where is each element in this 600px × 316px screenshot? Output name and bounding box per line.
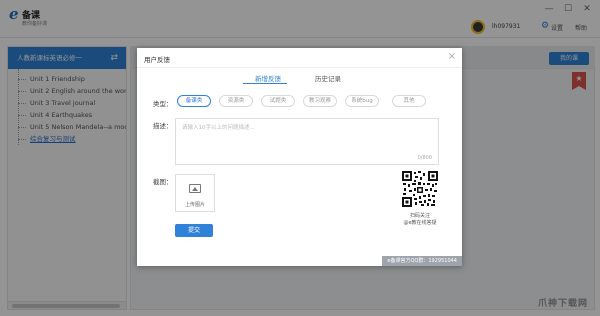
qr-code-icon — [401, 170, 439, 208]
watermark-logo: 爪神下载网 — [538, 299, 589, 309]
description-placeholder: 请输入10字以上的问题描述... — [182, 125, 255, 131]
tab-new-feedback[interactable]: 新增反馈 — [255, 73, 281, 83]
dialog-title: 用户反馈 — [144, 56, 170, 64]
dialog-header: 用户反馈 × — [137, 48, 462, 68]
description-label: 描述： — [153, 122, 173, 130]
type-chip-bug[interactable]: 系统bug — [345, 95, 379, 107]
submit-button[interactable]: 提交 — [175, 224, 213, 237]
type-chip-exam[interactable]: 试题类 — [261, 95, 295, 107]
screenshot-label: 截图： — [153, 178, 173, 186]
active-tab-indicator — [243, 83, 287, 84]
feedback-dialog: 用户反馈 × 新增反馈 历史记录 类型： 备课类 资源类 试题类 教习观察 系统… — [137, 48, 462, 266]
close-icon[interactable]: × — [448, 51, 456, 62]
type-label: 类型： — [153, 100, 173, 108]
type-chip-observation[interactable]: 教习观察 — [303, 95, 337, 107]
qr-caption-follow: 扫码关注 — [409, 213, 430, 219]
type-chip-lesson[interactable]: 备课类 — [177, 95, 211, 107]
description-input[interactable]: 请输入10字以上的问题描述... 0/800 — [175, 118, 439, 165]
type-chip-resource[interactable]: 资源类 — [219, 95, 253, 107]
type-chip-other[interactable]: 其他 — [392, 95, 426, 107]
upload-image-button[interactable]: 上传图片 — [175, 174, 215, 212]
tab-history[interactable]: 历史记录 — [315, 73, 341, 83]
qr-caption-support: @e教在线答疑 — [403, 220, 437, 226]
char-counter: 0/800 — [417, 155, 432, 161]
qq-group-info: e备课官方QQ群：192951044 — [382, 256, 462, 266]
image-icon — [189, 184, 201, 193]
upload-label: 上传图片 — [184, 202, 205, 208]
